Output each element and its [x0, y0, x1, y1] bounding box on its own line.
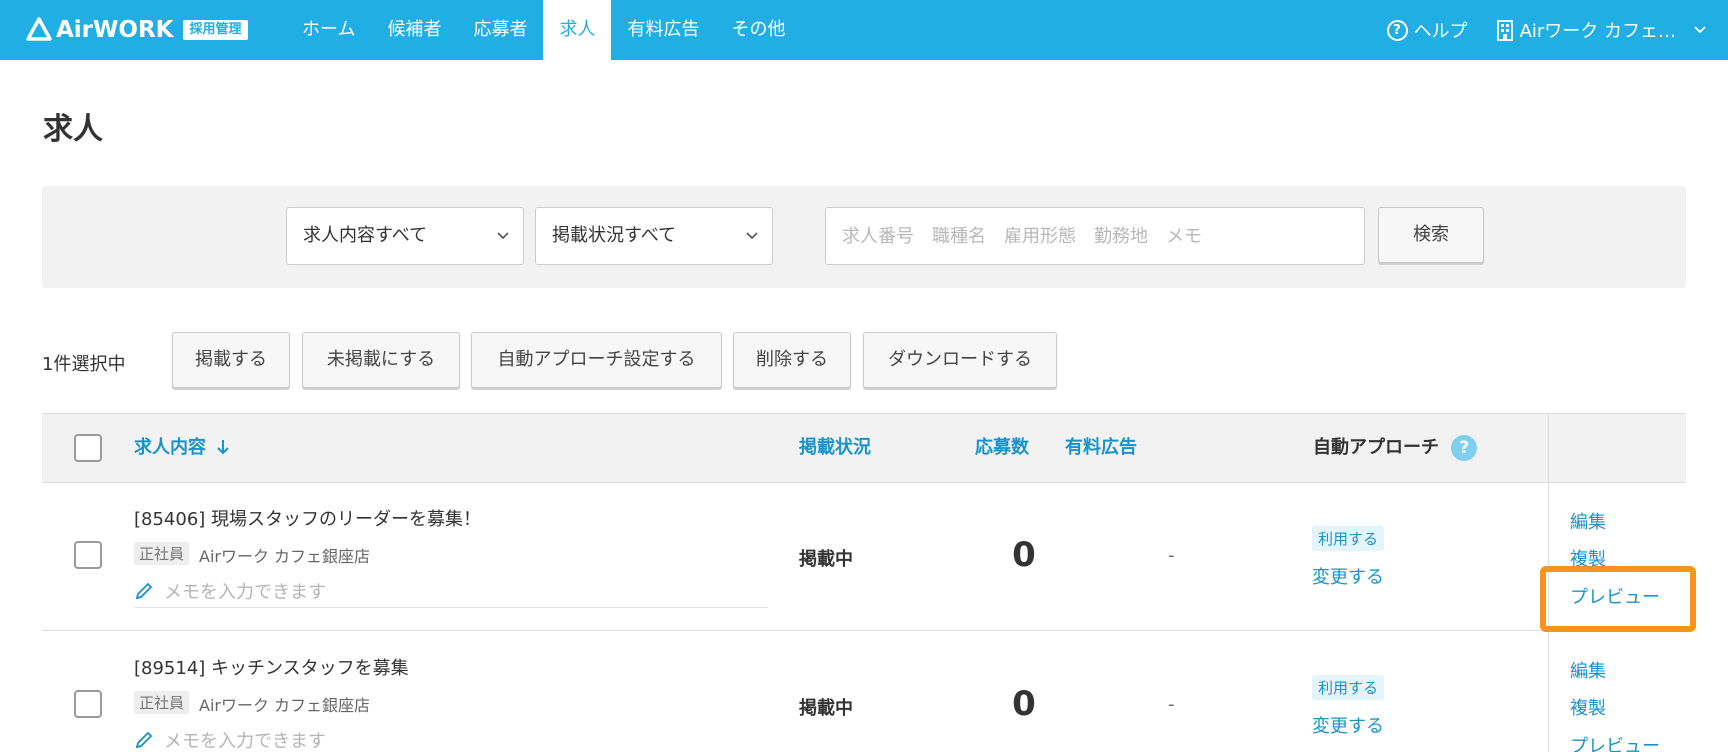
pencil-icon	[135, 582, 153, 599]
applicants-column-header[interactable]: 応募数	[975, 414, 1029, 482]
applicant-count: 0	[1012, 684, 1036, 724]
paid-ads-value: -	[1168, 694, 1175, 715]
store-name: Airワーク カフェ銀座店	[199, 696, 371, 715]
help-icon: ?	[1386, 19, 1408, 41]
building-icon	[1496, 20, 1513, 41]
nav-candidates[interactable]: 候補者	[371, 0, 457, 60]
memo-placeholder: メモを入力できます	[164, 581, 326, 603]
chevron-down-icon	[497, 232, 509, 240]
nav-applicants[interactable]: 応募者	[457, 0, 543, 60]
status-column-header[interactable]: 掲載状況	[799, 414, 871, 482]
edit-link[interactable]: 編集	[1570, 508, 1606, 534]
content-filter-value: 求人内容すべて	[303, 225, 428, 246]
account-menu[interactable]: Airワーク カフェ…	[1496, 17, 1706, 43]
table-row: [89514] キッチンスタッフを募集 正社員 Airワーク カフェ銀座店 メモ…	[42, 632, 1686, 752]
job-title[interactable]: [85406] 現場スタッフのリーダーを募集！	[134, 505, 481, 531]
selected-count: 1件選択中	[42, 354, 126, 375]
help-label: ヘルプ	[1413, 21, 1468, 42]
logo-badge: 採用管理	[183, 20, 248, 40]
preview-highlight-frame	[1540, 566, 1696, 632]
memo-field[interactable]: メモを入力できます	[134, 723, 768, 752]
table-header: 求人内容 掲載状況 応募数 有料広告 自動アプローチ ?	[42, 413, 1686, 483]
memo-placeholder: メモを入力できます	[164, 731, 326, 752]
auto-approach-column-header: 自動アプローチ ?	[1313, 414, 1478, 482]
table-row: [85406] 現場スタッフのリーダーを募集！ 正社員 Airワーク カフェ銀座…	[42, 483, 1686, 631]
page-title: 求人	[43, 112, 103, 147]
pencil-icon	[135, 731, 153, 749]
account-name: Airワーク カフェ…	[1519, 21, 1676, 42]
arrow-down-icon	[217, 440, 229, 455]
paid-ads-column-header[interactable]: 有料広告	[1065, 414, 1137, 482]
nav-jobs[interactable]: 求人	[543, 0, 612, 60]
unpublish-button[interactable]: 未掲載にする	[302, 332, 460, 388]
main-nav: ホーム 候補者 応募者 求人 有料広告 その他	[286, 0, 801, 60]
content-column-label: 求人内容	[134, 437, 206, 458]
select-all-checkbox[interactable]	[74, 434, 102, 462]
publish-status: 掲載中	[799, 549, 853, 570]
auto-approach-settings-button[interactable]: 自動アプローチ設定する	[471, 332, 722, 388]
row-checkbox[interactable]	[74, 541, 102, 569]
help-link[interactable]: ? ヘルプ	[1386, 17, 1468, 43]
employment-type-tag: 正社員	[134, 542, 190, 565]
memo-field[interactable]: メモを入力できます	[134, 574, 768, 608]
status-filter-value: 掲載状況すべて	[552, 225, 677, 246]
edit-link[interactable]: 編集	[1570, 657, 1606, 683]
top-header: AirWORK 採用管理 ホーム 候補者 応募者 求人 有料広告 その他 ? ヘ…	[0, 0, 1728, 60]
nav-paid-ads[interactable]: 有料広告	[611, 0, 715, 60]
row-checkbox[interactable]	[74, 690, 102, 718]
preview-link[interactable]: プレビュー	[1570, 732, 1660, 752]
job-title[interactable]: [89514] キッチンスタッフを募集	[134, 654, 409, 680]
paid-ads-value: -	[1168, 545, 1175, 566]
nav-other[interactable]: その他	[715, 0, 801, 60]
chevron-down-icon	[1694, 26, 1706, 34]
auto-approach-column-label: 自動アプローチ	[1313, 437, 1439, 458]
airwork-logo-icon	[26, 17, 52, 41]
employment-type-tag: 正社員	[134, 691, 190, 714]
header-right: ? ヘルプ Airワーク カフェ…	[1386, 0, 1728, 60]
search-button[interactable]: 検索	[1378, 207, 1484, 263]
airwork-logo[interactable]: AirWORK 採用管理	[26, 14, 248, 46]
duplicate-link[interactable]: 複製	[1570, 694, 1606, 720]
applicant-count: 0	[1012, 535, 1036, 575]
auto-approach-badge: 利用する	[1312, 526, 1385, 551]
help-question-icon[interactable]: ?	[1451, 435, 1478, 461]
search-input[interactable]	[825, 207, 1365, 265]
auto-approach-change-link[interactable]: 変更する	[1312, 563, 1384, 589]
auto-approach-badge: 利用する	[1312, 675, 1385, 700]
sort-content-column[interactable]: 求人内容	[134, 414, 230, 482]
download-button[interactable]: ダウンロードする	[863, 332, 1057, 388]
delete-button[interactable]: 削除する	[733, 332, 851, 388]
chevron-down-icon	[746, 232, 758, 240]
status-filter-select[interactable]: 掲載状況すべて	[535, 207, 773, 265]
logo-text: AirWORK	[56, 17, 174, 43]
auto-approach-change-link[interactable]: 変更する	[1312, 712, 1384, 738]
content-filter-select[interactable]: 求人内容すべて	[286, 207, 524, 265]
search-panel: 求人内容すべて 掲載状況すべて 検索	[42, 186, 1686, 288]
store-name: Airワーク カフェ銀座店	[199, 547, 371, 566]
publish-status: 掲載中	[799, 698, 853, 719]
nav-home[interactable]: ホーム	[286, 0, 371, 60]
publish-button[interactable]: 掲載する	[172, 332, 290, 388]
